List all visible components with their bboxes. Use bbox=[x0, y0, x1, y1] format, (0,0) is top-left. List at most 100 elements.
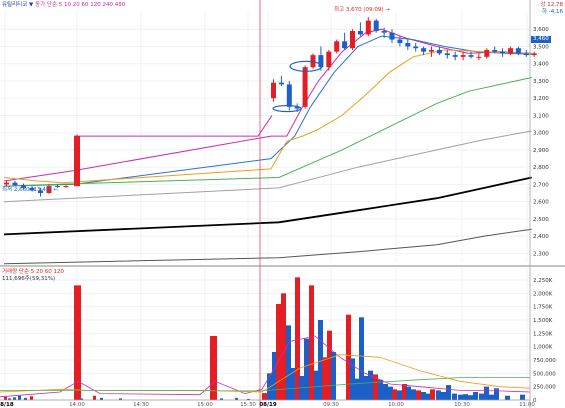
candle-body bbox=[500, 51, 506, 54]
volume-tick-label: 2,250K bbox=[533, 278, 553, 284]
volume-bar bbox=[4, 396, 7, 400]
candle-body bbox=[405, 43, 411, 47]
candle-body bbox=[444, 53, 450, 56]
range-up-label: 상 12,78 bbox=[540, 2, 563, 8]
volume-tick-label: 1,750K bbox=[533, 305, 553, 311]
volume-bar bbox=[458, 394, 463, 400]
candle-body bbox=[350, 30, 355, 49]
candle-body bbox=[318, 55, 324, 68]
price-legend: 유틸리티코 ▼ 동가 단순 5 10 20 60 120 240 480 bbox=[2, 2, 125, 9]
volume-tick-label: 250,000 bbox=[533, 385, 556, 391]
price-tick-label: 3,100 bbox=[533, 113, 549, 119]
volume-bar bbox=[436, 390, 441, 400]
volume-bar bbox=[30, 396, 33, 400]
volume-bar bbox=[378, 379, 383, 400]
volume-bar bbox=[359, 317, 364, 400]
volume-bars bbox=[4, 277, 525, 400]
volume-tick-label: 500,000 bbox=[533, 371, 556, 377]
volume-bar bbox=[489, 394, 494, 400]
price-tick-label: 2,500 bbox=[533, 217, 549, 223]
volume-bar bbox=[267, 373, 272, 400]
candle-body bbox=[278, 82, 284, 85]
volume-bar bbox=[322, 357, 327, 400]
volume-bar bbox=[262, 393, 267, 400]
volume-legend[interactable]: 거래량 단순 5 20 60 120 bbox=[2, 269, 64, 276]
volume-bar bbox=[430, 389, 435, 400]
price-tick-label: 2,700 bbox=[533, 182, 549, 188]
high-annotation: 최고 3,670 (09:09) → bbox=[334, 7, 390, 13]
candle-body bbox=[286, 84, 292, 107]
price-tick-label: 2,400 bbox=[533, 234, 549, 240]
candle-body bbox=[508, 48, 513, 54]
candle-body bbox=[357, 30, 363, 35]
volume-bar bbox=[479, 393, 484, 400]
volume-bar bbox=[505, 395, 510, 400]
time-tick-label: 15:30 bbox=[240, 402, 256, 408]
volume-bar bbox=[416, 390, 421, 400]
candle-body bbox=[476, 56, 482, 58]
price-tick-label: 3,400 bbox=[533, 62, 549, 68]
price-tick-label: 3,000 bbox=[533, 131, 549, 137]
candle-body bbox=[271, 82, 276, 99]
volume-bar bbox=[468, 395, 473, 400]
volume-tick-label: 2,000K bbox=[533, 291, 553, 297]
time-tick-label: 10:30 bbox=[454, 402, 470, 408]
chart-canvas: 3,600 3,500 3,400 3,300 3,200 3,100 3,000 2,900… bbox=[0, 0, 565, 408]
candle-body bbox=[342, 41, 348, 49]
volume-bar bbox=[281, 293, 286, 400]
price-tick-label: 2,800 bbox=[533, 165, 549, 171]
symbol-label[interactable]: 유틸리티코 ▼ bbox=[2, 2, 33, 8]
time-tick-label: 14:30 bbox=[133, 402, 149, 408]
ma-legend[interactable]: 동가 단순 5 10 20 60 120 240 480 bbox=[35, 2, 125, 8]
volume-subtitle: 111,696주(59,31%) bbox=[2, 276, 56, 282]
candle-body bbox=[531, 53, 537, 56]
candle-body bbox=[302, 67, 308, 107]
volume-bar bbox=[304, 338, 309, 400]
volume-bar bbox=[18, 395, 21, 400]
price-tick-label: 2,900 bbox=[533, 148, 549, 154]
candle-body bbox=[468, 55, 474, 57]
candle-body bbox=[373, 20, 379, 31]
price-tick-label: 3,500 bbox=[533, 44, 549, 50]
candle-body bbox=[429, 49, 434, 52]
candle-body bbox=[397, 39, 403, 44]
volume-bar bbox=[331, 352, 336, 400]
volume-bar bbox=[520, 394, 525, 400]
price-tick-label: 3,600 bbox=[533, 27, 549, 33]
price-tick-label: 2,600 bbox=[533, 200, 549, 206]
volume-bar bbox=[494, 388, 499, 400]
candle-body bbox=[421, 48, 427, 52]
volume-bar bbox=[484, 386, 489, 400]
candle-body bbox=[413, 46, 419, 49]
candle-body bbox=[12, 182, 18, 186]
volume-bar bbox=[452, 393, 457, 400]
volume-tick-label: 1,500K bbox=[533, 318, 553, 324]
volume-bar bbox=[309, 285, 314, 400]
candle-body bbox=[436, 49, 442, 54]
volume-tick-label: 750,000 bbox=[533, 358, 556, 364]
time-tick-label: 14:00 bbox=[69, 402, 85, 408]
time-tick-label: 11:00 bbox=[519, 402, 535, 408]
candle-body bbox=[460, 55, 466, 57]
candle-body bbox=[492, 49, 498, 52]
time-tick-label: 08/18 bbox=[0, 402, 14, 408]
volume-bar bbox=[276, 304, 281, 400]
volume-bar bbox=[392, 389, 397, 400]
price-candles bbox=[4, 17, 537, 197]
candle-body bbox=[365, 20, 371, 35]
candle-body bbox=[63, 186, 69, 188]
time-tick-label: 09:30 bbox=[323, 402, 339, 408]
candle-body bbox=[326, 51, 332, 68]
candle-body bbox=[515, 48, 521, 54]
low-annotation: 최저 2,630 (13:45) ← bbox=[2, 187, 58, 193]
candle-body bbox=[381, 30, 387, 33]
volume-tick-label: 1,000K bbox=[533, 345, 553, 351]
volume-bar bbox=[383, 384, 388, 400]
volume-bar bbox=[421, 392, 426, 400]
candle-body bbox=[389, 32, 395, 40]
volume-bar bbox=[13, 397, 16, 400]
price-tick-label: 2,300 bbox=[533, 251, 549, 257]
volume-bar bbox=[411, 389, 416, 400]
candle-body bbox=[452, 55, 458, 57]
price-tick-label: 3,300 bbox=[533, 79, 549, 85]
